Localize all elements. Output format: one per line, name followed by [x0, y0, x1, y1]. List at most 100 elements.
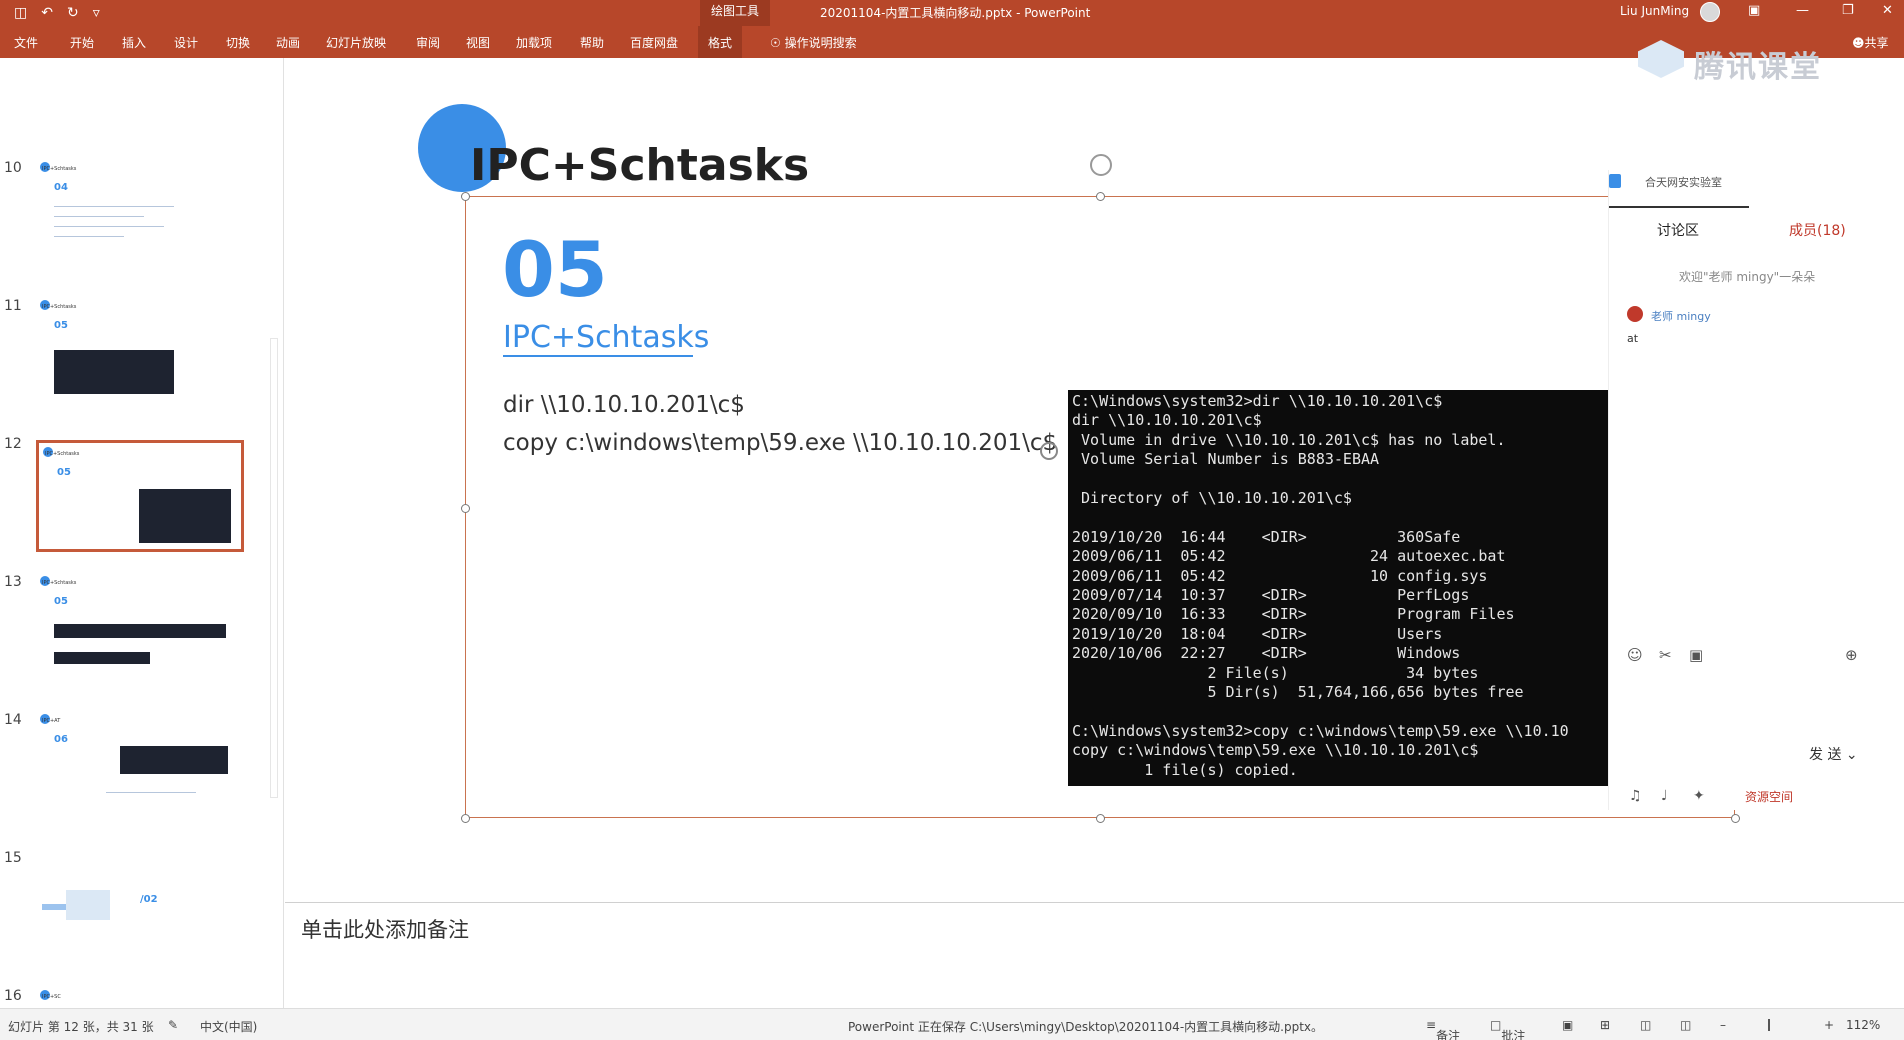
terminal-line: 2 File(s) 34 bytes	[1072, 663, 1479, 682]
close-icon[interactable]: ✕	[1882, 3, 1893, 18]
language-indicator[interactable]: 中文(中国)	[200, 1018, 257, 1035]
tab-transitions[interactable]: 切换	[226, 34, 250, 51]
slide-thumbnail-13[interactable]: IPC+Schtasks 05	[36, 572, 244, 684]
tab-review[interactable]: 审阅	[416, 34, 440, 51]
terminal-line: Volume Serial Number is B883-EBAA	[1072, 450, 1380, 469]
terminal-line: 2020/09/10 16:33 <DIR> Program Files	[1072, 605, 1515, 624]
tab-baidu[interactable]: 百度网盘	[630, 34, 678, 51]
tab-file[interactable]: 文件	[14, 34, 38, 51]
command-line[interactable]: dir \\10.10.10.201\c$	[503, 392, 745, 418]
slide-thumbnail-14[interactable]: IPC+AT 06	[36, 710, 244, 822]
minimize-icon[interactable]: —	[1796, 3, 1809, 18]
thumbnail-scrollbar[interactable]	[270, 338, 278, 798]
chat-notice: 欢迎"老师 mingy"一朵朵	[1679, 270, 1816, 284]
tab-discussion[interactable]: 讨论区	[1657, 220, 1699, 240]
terminal-line: 2020/10/06 22:27 <DIR> Windows	[1072, 644, 1461, 663]
terminal-line: Volume in drive \\10.10.10.201\c$ has no…	[1072, 430, 1506, 449]
tab-format[interactable]: 格式	[698, 26, 743, 58]
terminal-line: dir \\10.10.10.201\c$	[1072, 411, 1262, 430]
slide-title[interactable]: IPC+Schtasks	[470, 140, 809, 191]
chat-tab-indicator	[1609, 206, 1749, 208]
comments-button[interactable]: □ 批注	[1490, 1018, 1525, 1040]
tab-slideshow[interactable]: 幻灯片放映	[326, 34, 386, 51]
pin-icon[interactable]: ✦	[1693, 788, 1705, 804]
resize-handle[interactable]	[1096, 814, 1105, 823]
section-title[interactable]: IPC+Schtasks	[503, 320, 709, 355]
redo-icon[interactable]: ↻	[67, 4, 79, 22]
resize-handle[interactable]	[461, 192, 470, 201]
notes-divider[interactable]	[285, 902, 1904, 903]
rotate-handle-icon[interactable]	[1090, 154, 1112, 176]
terminal-line: 2019/10/20 18:04 <DIR> Users	[1072, 624, 1443, 643]
send-button[interactable]: 发 送 ⌄	[1809, 744, 1858, 764]
terminal-screenshot[interactable]: C:\Windows\system32>dir \\10.10.10.201\c…	[1068, 390, 1608, 786]
notes-placeholder[interactable]: 单击此处添加备注	[301, 914, 469, 944]
title-bar: ◫ ↶ ↻ ▿ 绘图工具 20201104-内置工具横向移动.pptx - Po…	[0, 0, 1904, 26]
image-icon[interactable]: ▣	[1689, 646, 1703, 664]
section-number[interactable]: 05	[502, 232, 608, 308]
scissors-icon[interactable]: ✂	[1659, 646, 1672, 664]
command-line[interactable]: copy c:\windows\temp\59.exe \\10.10.10.2…	[503, 430, 1057, 456]
tab-help[interactable]: 帮助	[580, 34, 604, 51]
normal-view-icon[interactable]: ▣	[1562, 1018, 1573, 1032]
chat-panel: 合天网安实验室 讨论区 成员(18) 欢迎"老师 mingy"一朵朵 老师 mi…	[1608, 170, 1888, 810]
slide-thumbnail-12[interactable]: IPC+Schtasks 05	[36, 440, 244, 552]
undo-icon[interactable]: ↶	[41, 4, 53, 22]
terminal-line: 2009/06/11 05:42 24 autoexec.bat	[1072, 547, 1506, 566]
terminal-line: copy c:\windows\temp\59.exe \\10.10.10.2…	[1072, 741, 1479, 760]
resize-handle[interactable]	[461, 504, 470, 513]
restore-icon[interactable]: ❐	[1842, 3, 1854, 18]
user-avatar[interactable]	[1700, 2, 1720, 22]
slide-sorter-icon[interactable]: ⊞	[1600, 1018, 1610, 1032]
thumb-number: 11	[4, 298, 22, 314]
tell-me-search[interactable]: ☉ 操作说明搜索	[770, 34, 857, 51]
spellcheck-icon[interactable]: ✎	[168, 1018, 178, 1032]
terminal-line: 2019/10/20 16:44 <DIR> 360Safe	[1072, 527, 1461, 546]
slide-thumbnail-16[interactable]: IPC+SC	[36, 986, 244, 1008]
ribbon-tab-bar: 文件 开始 插入 设计 切换 动画 幻灯片放映 审阅 视图 加载项 帮助 百度网…	[0, 26, 1904, 58]
status-bar: 幻灯片 第 12 张，共 31 张 ✎ 中文(中国) PowerPoint 正在…	[0, 1008, 1904, 1040]
tab-addins[interactable]: 加载项	[516, 34, 552, 51]
speaker-icon[interactable]: ♩	[1661, 788, 1668, 804]
slide-thumbnail-11[interactable]: IPC+Schtasks 05	[36, 296, 244, 408]
zoom-in-icon[interactable]: +	[1824, 1018, 1834, 1032]
emoji-icon[interactable]: ☺	[1627, 646, 1643, 664]
quick-access-toolbar: ◫ ↶ ↻ ▿	[14, 4, 100, 22]
terminal-line: 2009/06/11 05:42 10 config.sys	[1072, 566, 1488, 585]
slide-thumbnail-15[interactable]: /02	[36, 848, 244, 960]
zoom-out-icon[interactable]: –	[1720, 1018, 1726, 1032]
slide-thumbnail-10[interactable]: IPC+Schtasks 04	[36, 158, 244, 270]
tab-animations[interactable]: 动画	[276, 34, 300, 51]
tab-home[interactable]: 开始	[70, 34, 94, 51]
notes-button[interactable]: ≡ 备注	[1426, 1018, 1460, 1040]
add-icon[interactable]: ⊕	[1845, 646, 1858, 664]
resize-handle[interactable]	[1731, 814, 1740, 823]
resize-handle[interactable]	[461, 814, 470, 823]
save-icon[interactable]: ◫	[14, 4, 27, 22]
tab-members[interactable]: 成员(18)	[1789, 220, 1846, 240]
slide-counter[interactable]: 幻灯片 第 12 张，共 31 张	[8, 1018, 154, 1035]
tab-design[interactable]: 设计	[174, 34, 198, 51]
tencent-classroom-watermark: 腾讯课堂	[1630, 38, 1860, 85]
terminal-line: C:\Windows\system32>copy c:\windows\temp…	[1072, 721, 1569, 740]
microphone-icon[interactable]: ♫	[1629, 788, 1642, 804]
resource-space-link[interactable]: 资源空间	[1745, 788, 1793, 805]
terminal-line: 5 Dir(s) 51,764,166,656 bytes free	[1072, 683, 1524, 702]
message-author: 老师 mingy	[1651, 310, 1711, 323]
tab-insert[interactable]: 插入	[122, 34, 146, 51]
reading-view-icon[interactable]: ◫	[1640, 1018, 1651, 1032]
zoom-level[interactable]: 112%	[1846, 1018, 1880, 1032]
user-name[interactable]: Liu JunMing	[1620, 4, 1689, 18]
zoom-slider[interactable]	[1768, 1019, 1770, 1031]
slideshow-icon[interactable]: ◫	[1680, 1018, 1691, 1032]
thumb-number: 13	[4, 574, 22, 590]
tab-view[interactable]: 视图	[466, 34, 490, 51]
terminal-line: Directory of \\10.10.10.201\c$	[1072, 489, 1352, 508]
document-title: 20201104-内置工具横向移动.pptx - PowerPoint	[820, 6, 1091, 20]
chat-header: 合天网安实验室	[1645, 176, 1722, 189]
resize-handle[interactable]	[1096, 192, 1105, 201]
ribbon-display-icon[interactable]: ▣	[1748, 3, 1760, 18]
customize-icon[interactable]: ▿	[93, 4, 100, 22]
